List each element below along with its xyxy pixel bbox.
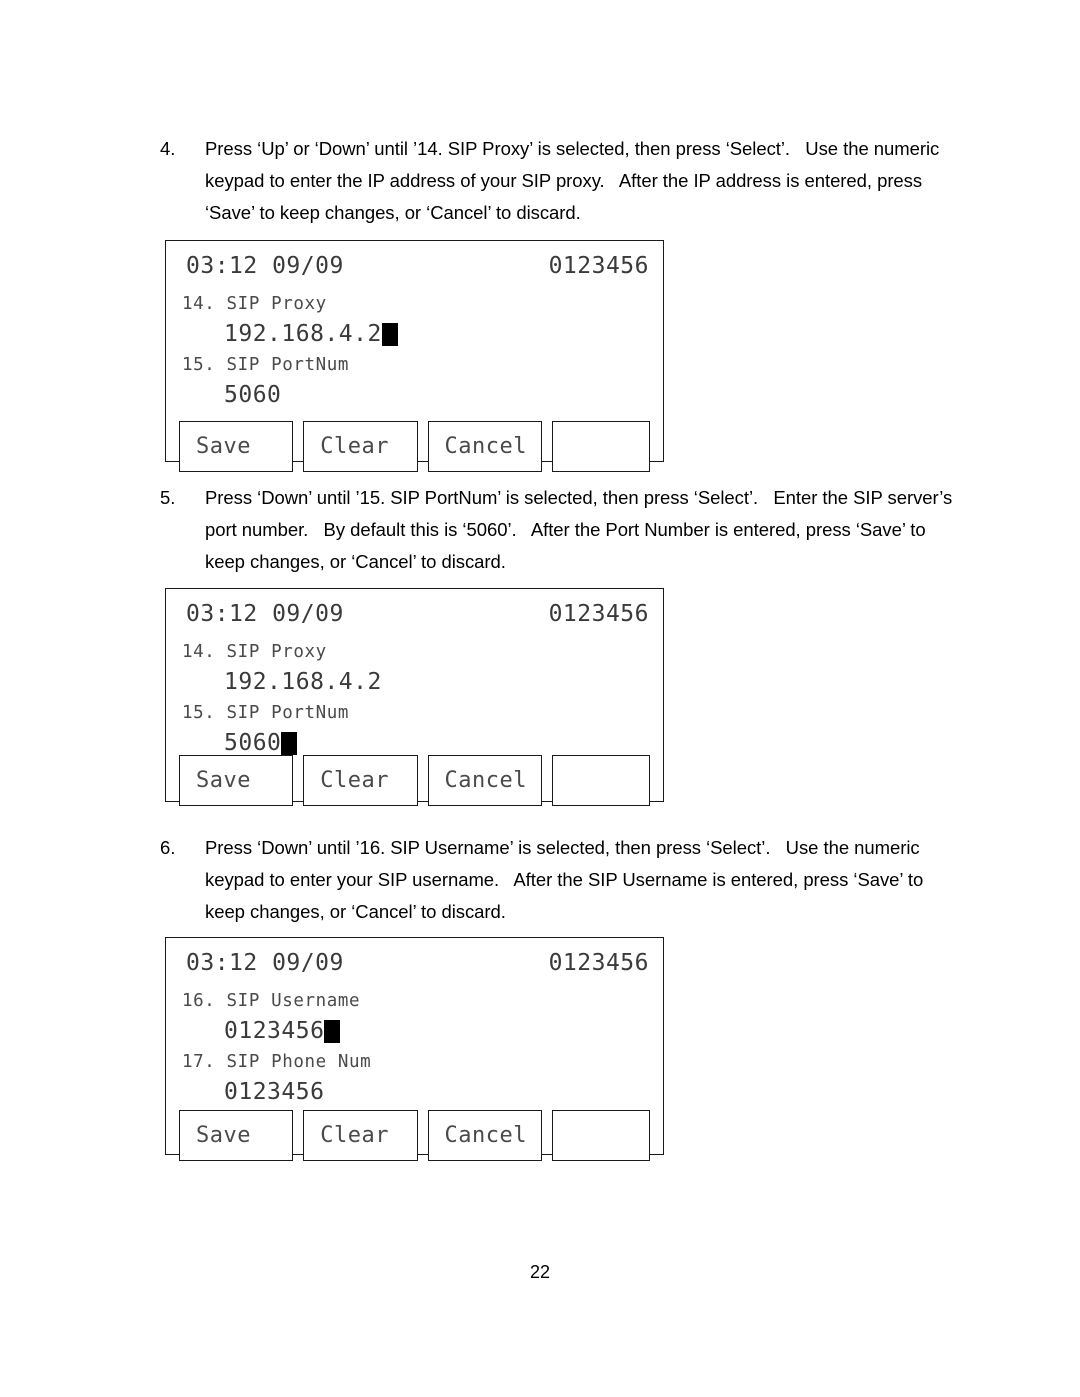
- step-text: Press ‘Up’ or ‘Down’ until ’14. SIP Prox…: [205, 133, 950, 229]
- menu-item-value[interactable]: 0123456: [180, 1016, 649, 1047]
- softkey-row: Save Clear Cancel: [179, 421, 650, 472]
- menu-item-value[interactable]: 0123456: [180, 1077, 649, 1108]
- instruction-step-5: 5. Press ‘Down’ until ’15. SIP PortNum’ …: [160, 482, 953, 578]
- step-number: 5.: [160, 487, 176, 508]
- value-text: 192.168.4.2: [224, 321, 382, 347]
- step-number: 6.: [160, 837, 176, 858]
- lcd-screen-sip-portnum: 03:12 09/09 0123456 14. SIP Proxy 192.16…: [165, 588, 664, 806]
- value-text: 5060: [224, 382, 282, 408]
- step-line: Press ‘Down’ until ’16. SIP Username’ is…: [205, 837, 920, 858]
- menu-item-label[interactable]: 17. SIP Phone Num: [180, 1047, 649, 1077]
- menu-item-label[interactable]: 14. SIP Proxy: [180, 637, 649, 667]
- lcd-screen-sip-username: 03:12 09/09 0123456 16. SIP Username 012…: [165, 937, 664, 1161]
- step-line: Press ‘Down’ until ’15. SIP PortNum’ is …: [205, 487, 953, 508]
- document-page: 4. Press ‘Up’ or ‘Down’ until ’14. SIP P…: [0, 0, 1080, 1397]
- softkey-save[interactable]: Save: [179, 1110, 294, 1161]
- step-text: Press ‘Down’ until ’16. SIP Username’ is…: [205, 832, 950, 928]
- page-number: 22: [529, 1262, 551, 1282]
- menu-item-label[interactable]: 14. SIP Proxy: [180, 289, 649, 319]
- softkey-save[interactable]: Save: [179, 421, 294, 472]
- step-line: ‘Save’ to keep changes, or ‘Cancel’ to d…: [205, 202, 581, 223]
- value-text: 0123456: [224, 1079, 325, 1105]
- step-line: Press ‘Up’ or ‘Down’ until ’14. SIP Prox…: [205, 138, 940, 159]
- softkey-row: Save Clear Cancel: [179, 755, 650, 806]
- softkey-clear[interactable]: Clear: [303, 755, 418, 806]
- softkey-blank[interactable]: [551, 1110, 650, 1161]
- lcd-clock: 03:12 09/09: [186, 253, 344, 279]
- text-cursor: [324, 1020, 341, 1043]
- menu-item-value[interactable]: 192.168.4.2: [180, 319, 649, 350]
- lcd-menu-rows: 14. SIP Proxy 192.168.4.2 15. SIP PortNu…: [180, 289, 649, 411]
- lcd-status-bar: 03:12 09/09 0123456: [180, 599, 649, 637]
- lcd-menu-rows: 14. SIP Proxy 192.168.4.2 15. SIP PortNu…: [180, 637, 649, 759]
- lcd-extension: 0123456: [548, 950, 649, 976]
- instruction-step-6: 6. Press ‘Down’ until ’16. SIP Username’…: [160, 832, 950, 928]
- softkey-row: Save Clear Cancel: [179, 1110, 650, 1161]
- instruction-step-4: 4. Press ‘Up’ or ‘Down’ until ’14. SIP P…: [160, 133, 950, 229]
- menu-item-label[interactable]: 15. SIP PortNum: [180, 698, 649, 728]
- lcd-extension: 0123456: [548, 253, 649, 279]
- lcd-extension: 0123456: [548, 601, 649, 627]
- lcd-status-bar: 03:12 09/09 0123456: [180, 948, 649, 986]
- lcd-menu-rows: 16. SIP Username 0123456 17. SIP Phone N…: [180, 986, 649, 1108]
- softkey-save[interactable]: Save: [179, 755, 294, 806]
- softkey-blank[interactable]: [551, 421, 650, 472]
- step-line: port number. By default this is ‘5060’. …: [205, 519, 926, 540]
- lcd-clock: 03:12 09/09: [186, 601, 344, 627]
- value-text: 192.168.4.2: [224, 669, 382, 695]
- text-cursor: [381, 323, 398, 346]
- step-line: keep changes, or ‘Cancel’ to discard.: [205, 901, 506, 922]
- softkey-cancel[interactable]: Cancel: [427, 755, 542, 806]
- lcd-clock: 03:12 09/09: [186, 950, 344, 976]
- step-line: keypad to enter your SIP username. After…: [205, 869, 924, 890]
- step-text: Press ‘Down’ until ’15. SIP PortNum’ is …: [205, 482, 953, 578]
- softkey-clear[interactable]: Clear: [303, 1110, 418, 1161]
- softkey-blank[interactable]: [551, 755, 650, 806]
- menu-item-label[interactable]: 15. SIP PortNum: [180, 350, 649, 380]
- step-line: keypad to enter the IP address of your S…: [205, 170, 923, 191]
- text-cursor: [281, 732, 298, 755]
- softkey-cancel[interactable]: Cancel: [427, 1110, 542, 1161]
- step-line: keep changes, or ‘Cancel’ to discard.: [205, 551, 506, 572]
- step-number: 4.: [160, 138, 176, 159]
- menu-item-value[interactable]: 192.168.4.2: [180, 667, 649, 698]
- softkey-clear[interactable]: Clear: [303, 421, 418, 472]
- lcd-screen-sip-proxy: 03:12 09/09 0123456 14. SIP Proxy 192.16…: [165, 240, 664, 472]
- menu-item-value[interactable]: 5060: [180, 380, 649, 411]
- value-text: 0123456: [224, 1018, 325, 1044]
- softkey-cancel[interactable]: Cancel: [427, 421, 542, 472]
- lcd-status-bar: 03:12 09/09 0123456: [180, 251, 649, 289]
- menu-item-label[interactable]: 16. SIP Username: [180, 986, 649, 1016]
